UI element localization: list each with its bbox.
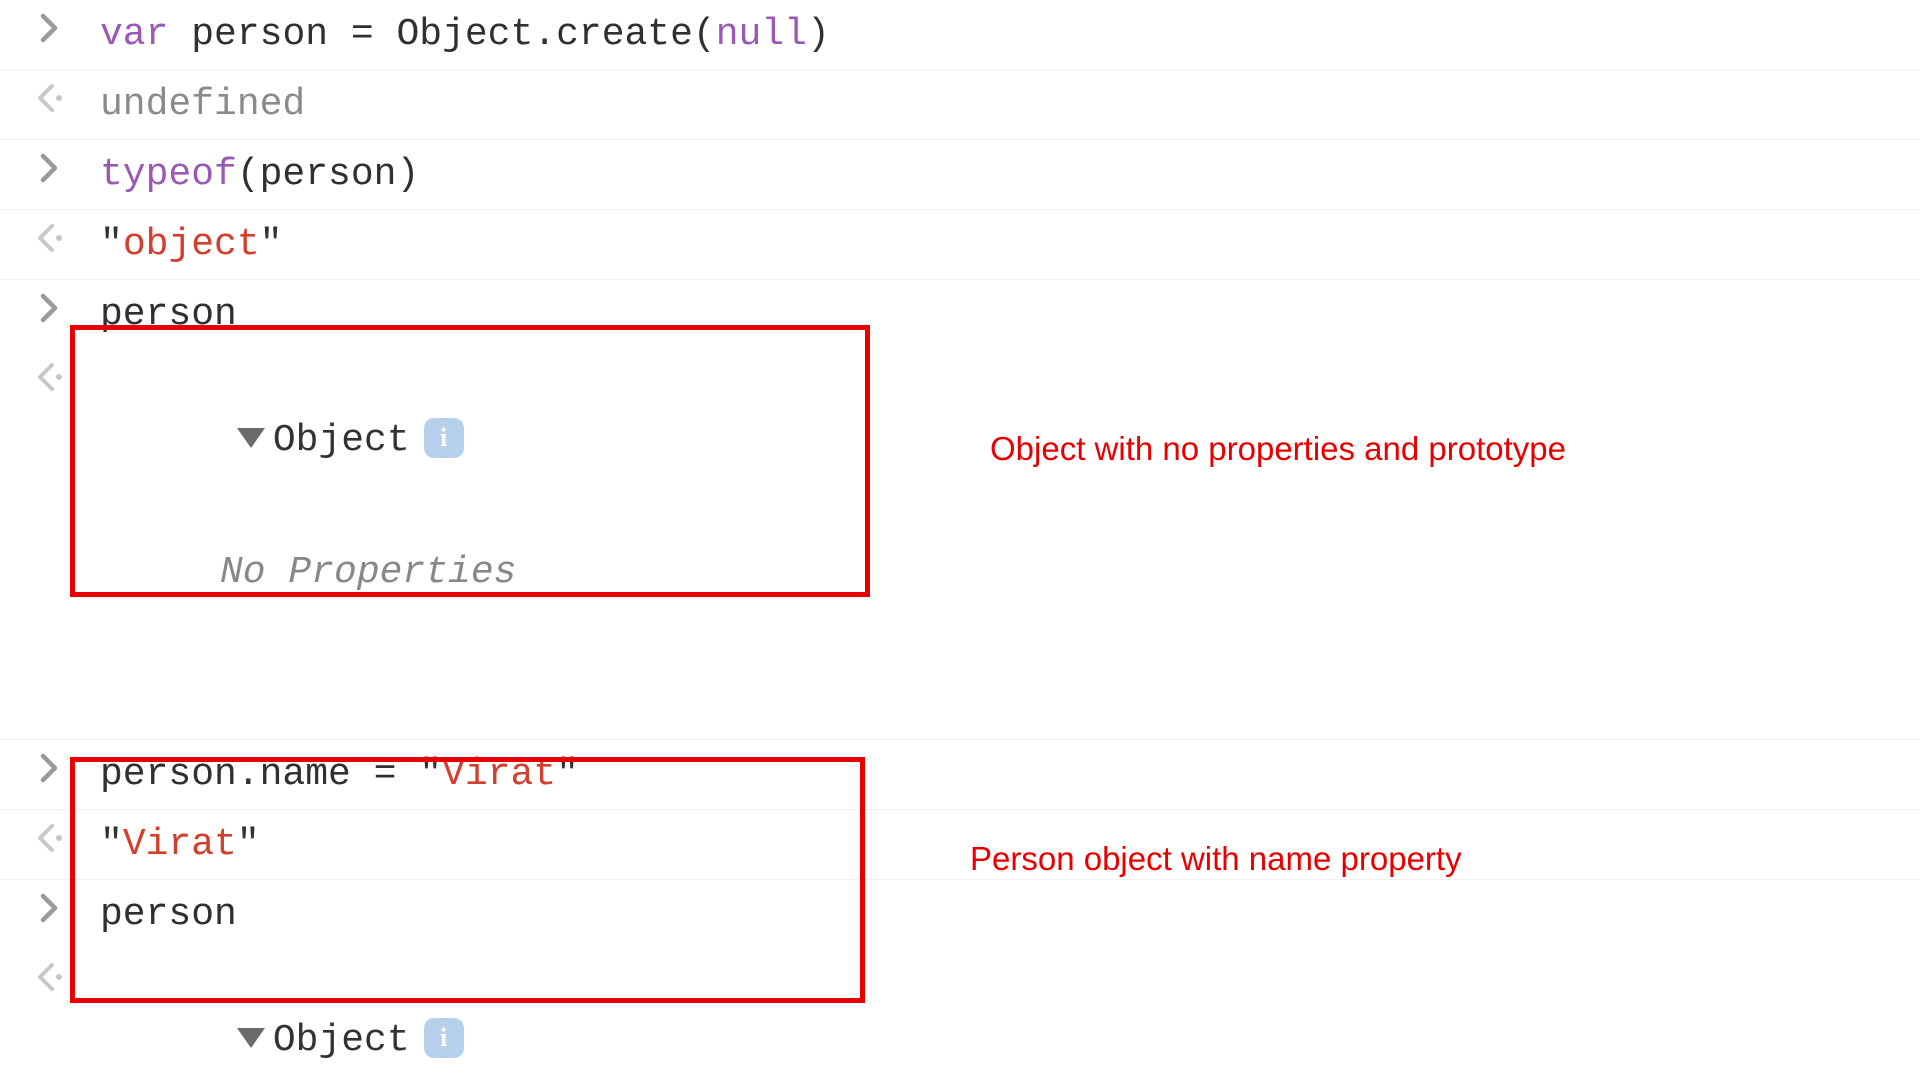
code-input: person (100, 886, 1920, 943)
console-input-row[interactable]: person (0, 280, 1920, 349)
code-output: undefined (100, 76, 1920, 133)
output-chevron-icon (0, 76, 100, 125)
input-chevron-icon (0, 746, 100, 795)
code-output: "object" (100, 216, 1920, 273)
disclosure-triangle-icon[interactable] (237, 1028, 265, 1048)
info-icon[interactable]: i (424, 1018, 464, 1058)
output-chevron-icon (0, 216, 100, 265)
input-chevron-icon (0, 146, 100, 195)
output-chevron-icon (0, 816, 100, 865)
console-input-row[interactable]: person (0, 880, 1920, 949)
console-input-row[interactable]: typeof(person) (0, 140, 1920, 210)
code-input: typeof(person) (100, 146, 1920, 203)
input-chevron-icon (0, 286, 100, 335)
code-input: var person = Object.create(null) (100, 6, 1920, 63)
console-output-row: undefined (0, 70, 1920, 140)
console-output-row: Objecti No Properties (0, 349, 1920, 740)
devtools-console: var person = Object.create(null) undefin… (0, 0, 1920, 1087)
disclosure-triangle-icon[interactable] (237, 428, 265, 448)
console-input-row[interactable]: person.name = "Virat" (0, 740, 1920, 810)
output-chevron-icon (0, 355, 100, 404)
annotation-text: Object with no properties and prototype (990, 430, 1566, 468)
input-chevron-icon (0, 6, 100, 55)
console-output-row: "object" (0, 210, 1920, 280)
console-output-row: Objecti name: "Virat" (0, 949, 1920, 1087)
input-chevron-icon (0, 886, 100, 935)
annotation-text: Person object with name property (970, 840, 1462, 878)
no-properties-label: No Properties (100, 544, 1900, 601)
console-output-row: "Virat" (0, 810, 1920, 880)
output-chevron-icon (0, 955, 100, 1004)
info-icon[interactable]: i (424, 418, 464, 458)
object-expanded[interactable]: Objecti name: "Virat" (100, 955, 1920, 1087)
code-input: person (100, 286, 1920, 343)
console-input-row[interactable]: var person = Object.create(null) (0, 0, 1920, 70)
code-input: person.name = "Virat" (100, 746, 1920, 803)
object-expanded[interactable]: Objecti No Properties (100, 355, 1920, 715)
